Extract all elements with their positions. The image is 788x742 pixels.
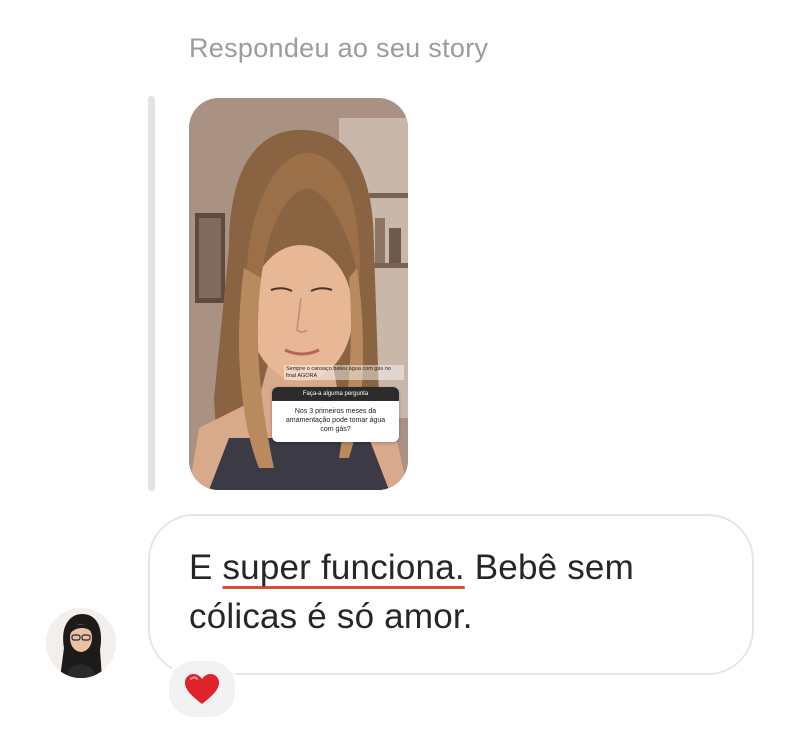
story-question-sticker: Faça-a alguma pergunta Nos 3 primeiros m… (272, 387, 399, 442)
avatar-photo (46, 608, 116, 678)
story-reply-caption: Respondeu ao seu story (189, 33, 489, 63)
reply-quote-bar (148, 96, 155, 491)
message-bubble[interactable]: E super funciona. Bebê sem cólicas é só … (148, 514, 754, 675)
message-text-highlight: super funciona. (222, 548, 465, 587)
heart-icon (185, 673, 219, 704)
story-preview[interactable]: Sempre o cansaço bateu água com gás no f… (189, 98, 408, 490)
question-sticker-header: Faça-a alguma pergunta (272, 387, 399, 401)
message-reaction[interactable] (166, 658, 238, 720)
message-text-prefix: E (189, 548, 223, 587)
question-sticker-text: Nos 3 primeiros meses da amamentação pod… (285, 408, 386, 433)
sender-avatar[interactable] (46, 608, 116, 678)
story-overlay-text: Sempre o cansaço bateu água com gás no f… (284, 365, 404, 380)
